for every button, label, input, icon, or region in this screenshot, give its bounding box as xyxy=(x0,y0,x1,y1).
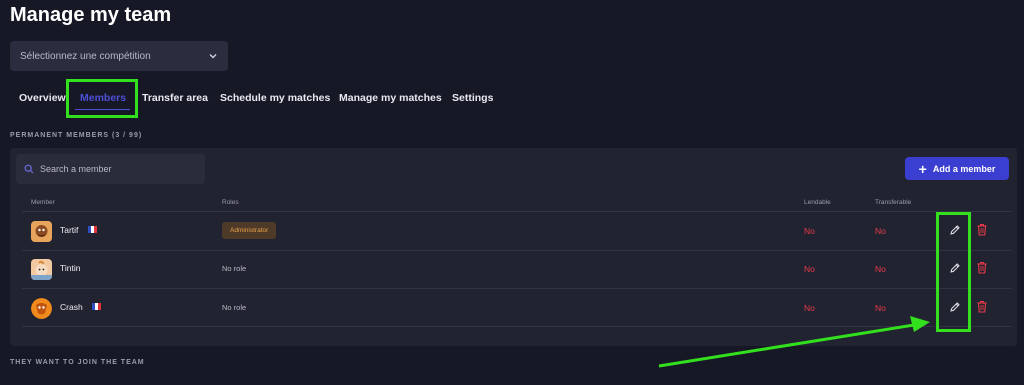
member-name: Tintin xyxy=(60,263,81,273)
france-flag-icon xyxy=(88,226,97,233)
members-tab-highlight xyxy=(66,79,138,118)
tab-manage-my-matches[interactable]: Manage my matches xyxy=(339,84,442,112)
member-name: Tartif xyxy=(60,225,79,235)
add-member-button[interactable]: + Add a member xyxy=(905,157,1009,180)
avatar xyxy=(31,259,52,280)
column-header-roles: Roles xyxy=(222,199,239,206)
table-row: Crash No role No No xyxy=(10,289,1017,327)
column-header-member: Member xyxy=(31,199,55,206)
add-member-label: Add a member xyxy=(932,163,996,174)
table-row: Tintin No role No No xyxy=(10,250,1017,288)
competition-select-value: Sélectionnez une compétition xyxy=(20,50,151,62)
lendable-value: No xyxy=(804,303,815,313)
plus-icon: + xyxy=(918,160,927,177)
transferable-value: No xyxy=(875,264,886,274)
column-header-lendable: Lendable xyxy=(804,199,831,206)
trash-icon[interactable] xyxy=(976,261,988,274)
join-requests-heading: THEY WANT TO JOIN THE TEAM xyxy=(10,359,145,366)
chevron-down-icon xyxy=(209,54,217,59)
france-flag-icon xyxy=(92,303,101,310)
avatar xyxy=(31,298,52,319)
members-panel: Search a member + Add a member Member Ro… xyxy=(10,148,1017,346)
member-name: Crash xyxy=(60,302,83,312)
search-member-input[interactable]: Search a member xyxy=(16,154,205,184)
tab-schedule-my-matches[interactable]: Schedule my matches xyxy=(220,84,330,112)
avatar xyxy=(31,221,52,242)
edit-icons-highlight xyxy=(936,212,971,332)
tab-transfer-area[interactable]: Transfer area xyxy=(142,84,208,112)
row-divider xyxy=(22,326,1012,327)
tab-settings[interactable]: Settings xyxy=(452,84,493,112)
column-header-transferable: Transferable xyxy=(875,199,912,206)
lendable-value: No xyxy=(804,264,815,274)
role-badge: Administrator xyxy=(222,222,277,239)
transferable-value: No xyxy=(875,226,886,236)
table-row: Tartif Administrator No No xyxy=(10,212,1017,250)
trash-icon[interactable] xyxy=(976,300,988,313)
transferable-value: No xyxy=(875,303,886,313)
search-icon xyxy=(24,164,34,174)
permanent-members-heading: PERMANENT MEMBERS (3 / 99) xyxy=(10,132,143,139)
lendable-value: No xyxy=(804,226,815,236)
search-placeholder: Search a member xyxy=(40,164,112,174)
trash-icon[interactable] xyxy=(976,223,988,236)
competition-select[interactable]: Sélectionnez une compétition xyxy=(10,41,228,71)
role-text: No role xyxy=(222,264,247,273)
role-text: No role xyxy=(222,303,247,312)
page-title: Manage my team xyxy=(10,4,172,26)
tab-overview[interactable]: Overview xyxy=(19,84,66,112)
